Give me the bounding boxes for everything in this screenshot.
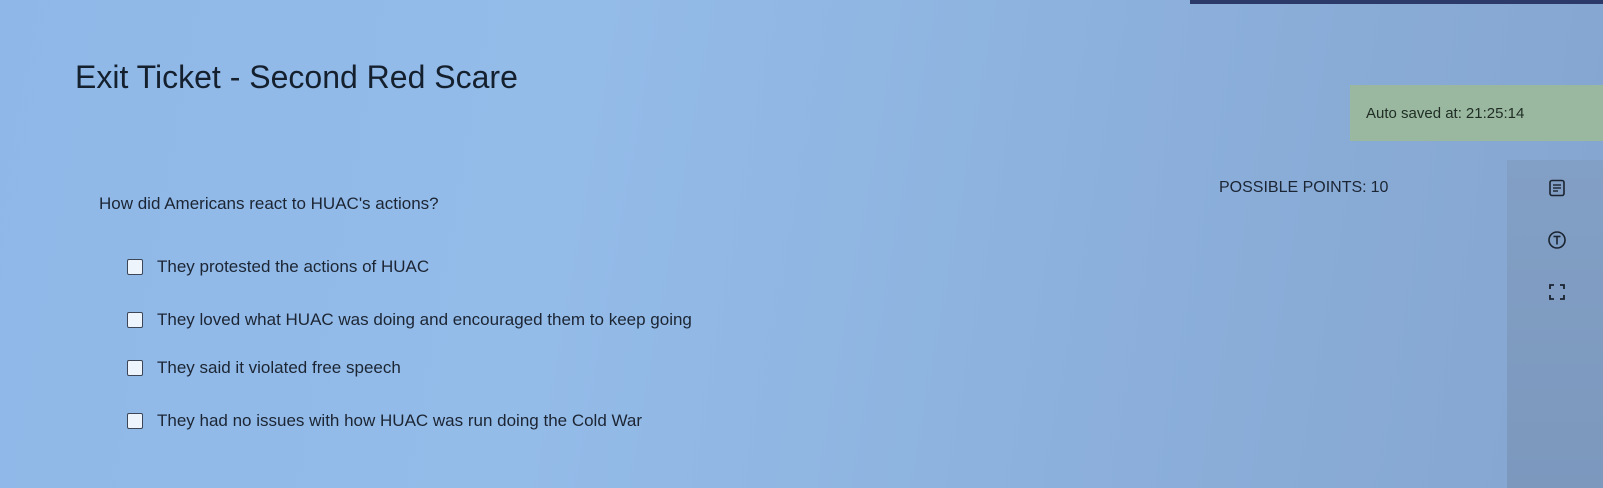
answer-label: They loved what HUAC was doing and encou… <box>157 310 692 329</box>
notepad-icon[interactable] <box>1547 178 1567 198</box>
answer-label: They protested the actions of HUAC <box>157 257 430 276</box>
answer-label: They said it violated free speech <box>157 358 401 377</box>
points-value: 10 <box>1370 179 1389 196</box>
answer-option[interactable]: They loved what HUAC was doing and encou… <box>127 310 692 330</box>
autosave-status: Auto saved at: 21:25:14 <box>1350 85 1603 141</box>
question-prompt: How did Americans react to HUAC's action… <box>99 194 439 213</box>
autosave-time: 21:25:14 <box>1465 105 1525 122</box>
answer-checkbox[interactable] <box>127 312 143 328</box>
answer-checkbox[interactable] <box>127 259 143 275</box>
possible-points: POSSIBLE POINTS: 10 <box>1219 179 1388 197</box>
fullscreen-icon[interactable] <box>1547 282 1567 302</box>
top-bar-accent <box>1190 0 1603 4</box>
autosave-label: Auto saved at: <box>1366 105 1462 122</box>
page-title: Exit Ticket - Second Red Scare <box>75 59 518 95</box>
answer-option[interactable]: They said it violated free speech <box>127 358 401 378</box>
points-label: POSSIBLE POINTS: <box>1219 179 1367 196</box>
answer-option[interactable]: They protested the actions of HUAC <box>127 257 429 277</box>
text-to-speech-icon[interactable] <box>1547 230 1567 250</box>
answer-option[interactable]: They had no issues with how HUAC was run… <box>127 411 642 431</box>
tool-panel <box>1507 160 1603 488</box>
answer-label: They had no issues with how HUAC was run… <box>157 411 643 430</box>
answer-checkbox[interactable] <box>127 413 143 429</box>
answer-checkbox[interactable] <box>127 360 143 376</box>
